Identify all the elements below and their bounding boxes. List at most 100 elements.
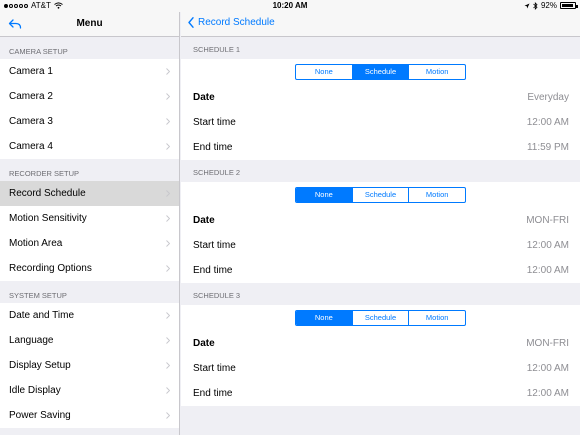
sidebar-item-idle-display[interactable]: Idle Display	[0, 378, 179, 403]
sidebar-item-label: Power Saving	[9, 410, 71, 421]
chevron-right-icon	[166, 412, 170, 419]
schedule-1-start-row[interactable]: Start time 12:00 AM	[181, 110, 580, 135]
start-time-label: Start time	[193, 240, 236, 251]
start-time-label: Start time	[193, 117, 236, 128]
date-label: Date	[193, 215, 215, 226]
end-time-value: 12:00 AM	[526, 265, 569, 276]
sidebar-item-language[interactable]: Language	[0, 328, 179, 353]
sidebar-item-display-setup[interactable]: Display Setup	[0, 353, 179, 378]
segment-none[interactable]: None	[296, 65, 353, 79]
schedule-3-header: SCHEDULE 3	[193, 291, 241, 300]
segment-none[interactable]: None	[296, 188, 353, 202]
sidebar-item-label: Camera 3	[9, 116, 53, 127]
schedule-1-end-row[interactable]: End time 11:59 PM	[181, 135, 580, 160]
schedule-2-mode-row: None Schedule Motion	[181, 182, 580, 208]
sidebar-item-label: Idle Display	[9, 385, 61, 396]
segment-motion[interactable]: Motion	[409, 65, 465, 79]
date-value: Everyday	[527, 92, 569, 103]
sidebar-item-label: Camera 1	[9, 66, 53, 77]
battery-percentage: 92%	[540, 1, 557, 10]
schedule-3-mode-control: None Schedule Motion	[295, 310, 466, 326]
schedule-2-mode-control: None Schedule Motion	[295, 187, 466, 203]
end-time-label: End time	[193, 388, 233, 399]
segment-schedule[interactable]: Schedule	[353, 311, 410, 325]
sidebar-item-recording-options[interactable]: Recording Options	[0, 256, 179, 281]
schedule-3-mode-row: None Schedule Motion	[181, 305, 580, 331]
chevron-right-icon	[166, 143, 170, 150]
date-value: MON-FRI	[526, 338, 569, 349]
schedule-2-end-row[interactable]: End time 12:00 AM	[181, 258, 580, 283]
sidebar-item-camera-3[interactable]: Camera 3	[0, 109, 179, 134]
status-bar-right: 92%	[524, 1, 578, 10]
segment-motion[interactable]: Motion	[409, 188, 465, 202]
sidebar-item-camera-1[interactable]: Camera 1	[0, 59, 179, 84]
start-time-value: 12:00 AM	[526, 117, 569, 128]
schedule-2-date-row[interactable]: Date MON-FRI	[181, 208, 580, 233]
status-time: 10:20 AM	[272, 1, 308, 10]
chevron-right-icon	[166, 118, 170, 125]
back-button-label: Record Schedule	[198, 17, 275, 28]
sidebar: Menu CAMERA SETUP Camera 1 Camera 2 Came…	[0, 12, 180, 435]
back-button[interactable]: Record Schedule	[188, 17, 275, 28]
chevron-right-icon	[166, 215, 170, 222]
chevron-right-icon	[166, 312, 170, 319]
date-value: MON-FRI	[526, 215, 569, 226]
start-time-value: 12:00 AM	[526, 240, 569, 251]
date-label: Date	[193, 92, 215, 103]
segment-schedule[interactable]: Schedule	[352, 65, 410, 79]
sidebar-item-motion-sensitivity[interactable]: Motion Sensitivity	[0, 206, 179, 231]
chevron-right-icon	[166, 93, 170, 100]
main-nav-bar: Record Schedule	[181, 12, 580, 37]
section-header-system-setup: SYSTEM SETUP	[9, 291, 67, 300]
chevron-right-icon	[166, 68, 170, 75]
segment-motion[interactable]: Motion	[409, 311, 465, 325]
schedule-1-mode-row: None Schedule Motion	[181, 59, 580, 85]
schedule-2-start-row[interactable]: Start time 12:00 AM	[181, 233, 580, 258]
end-time-value: 11:59 PM	[526, 142, 569, 153]
chevron-right-icon	[166, 387, 170, 394]
status-bar: AT&T 10:20 AM 92%	[0, 0, 580, 12]
section-header-recorder-setup: RECORDER SETUP	[9, 169, 80, 178]
sidebar-item-motion-area[interactable]: Motion Area	[0, 231, 179, 256]
chevron-right-icon	[166, 362, 170, 369]
end-time-label: End time	[193, 265, 233, 276]
location-arrow-icon	[524, 3, 530, 8]
bluetooth-icon	[533, 1, 538, 10]
schedule-2-header: SCHEDULE 2	[193, 168, 241, 177]
schedule-3-date-row[interactable]: Date MON-FRI	[181, 331, 580, 356]
chevron-right-icon	[166, 190, 170, 197]
sidebar-item-camera-2[interactable]: Camera 2	[0, 84, 179, 109]
start-time-value: 12:00 AM	[526, 363, 569, 374]
schedule-3-end-row[interactable]: End time 12:00 AM	[181, 381, 580, 406]
sidebar-item-camera-4[interactable]: Camera 4	[0, 134, 179, 159]
schedule-1-header: SCHEDULE 1	[193, 45, 241, 54]
start-time-label: Start time	[193, 363, 236, 374]
end-time-value: 12:00 AM	[526, 388, 569, 399]
sidebar-title: Menu	[76, 18, 103, 29]
sidebar-item-date-and-time[interactable]: Date and Time	[0, 303, 179, 328]
schedule-1-mode-control: None Schedule Motion	[295, 64, 466, 80]
schedule-3-start-row[interactable]: Start time 12:00 AM	[181, 356, 580, 381]
chevron-left-icon	[188, 17, 194, 28]
end-time-label: End time	[193, 142, 233, 153]
sidebar-item-label: Camera 4	[9, 141, 53, 152]
sidebar-item-label: Camera 2	[9, 91, 53, 102]
chevron-right-icon	[166, 240, 170, 247]
segment-none[interactable]: None	[296, 311, 353, 325]
section-header-camera-setup: CAMERA SETUP	[9, 47, 68, 56]
sidebar-item-label: Record Schedule	[9, 188, 86, 199]
sidebar-item-label: Display Setup	[9, 360, 71, 371]
sidebar-item-record-schedule[interactable]: Record Schedule	[0, 181, 179, 206]
chevron-right-icon	[166, 265, 170, 272]
sidebar-item-label: Motion Sensitivity	[9, 213, 87, 224]
sidebar-item-label: Language	[9, 335, 54, 346]
schedule-1-date-row[interactable]: Date Everyday	[181, 85, 580, 110]
main-panel: Record Schedule SCHEDULE 1 None Schedule…	[181, 12, 580, 435]
battery-level	[562, 4, 574, 7]
chevron-right-icon	[166, 337, 170, 344]
battery-icon	[560, 2, 578, 9]
segment-schedule[interactable]: Schedule	[353, 188, 410, 202]
sidebar-item-label: Motion Area	[9, 238, 63, 249]
sidebar-item-power-saving[interactable]: Power Saving	[0, 403, 179, 428]
sidebar-item-label: Date and Time	[9, 310, 75, 321]
